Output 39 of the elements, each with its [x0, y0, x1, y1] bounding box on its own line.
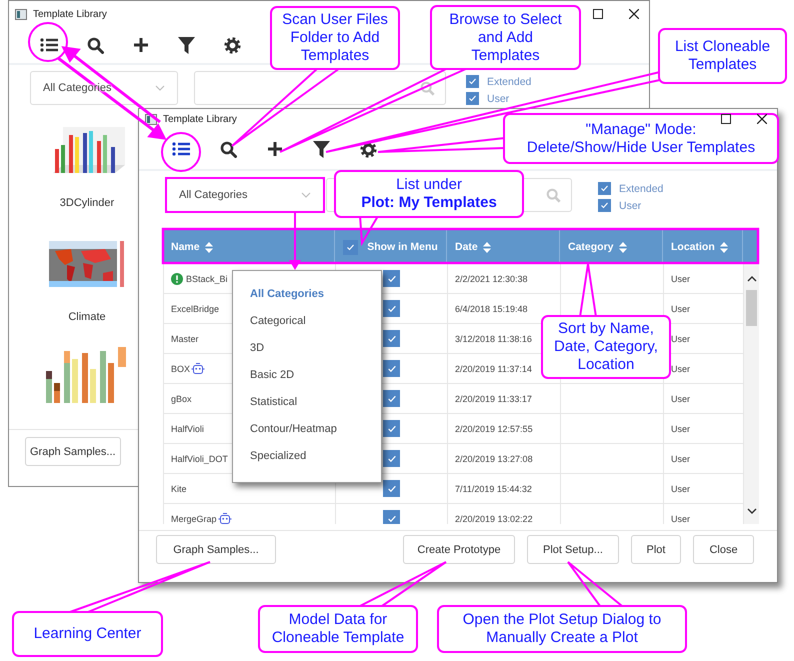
window-title: Template Library: [33, 8, 107, 20]
table-cell: 2/20/2019 13:02:22: [455, 514, 533, 524]
graph-samples-button[interactable]: Graph Samples...: [25, 437, 121, 466]
dialog-button[interactable]: Graph Samples...: [156, 535, 276, 564]
dialog-button[interactable]: Create Prototype: [403, 535, 515, 564]
table-cell: 2/2/2021 12:30:38: [455, 274, 528, 284]
dialog-button[interactable]: Plot Setup...: [527, 535, 619, 564]
table-cell: 2/20/2019 13:27:08: [455, 454, 533, 464]
callout-tooltip: List Cloneable Templates: [658, 28, 787, 84]
callout-tooltip: "Manage" Mode: Delete/Show/Hide User Templates: [503, 113, 779, 164]
table-cell: User: [671, 514, 690, 524]
table-cell: User: [671, 394, 690, 404]
callout-tooltip: Learning Center: [12, 611, 163, 657]
window-title: Template Library: [163, 114, 237, 124]
table-cell: User: [671, 364, 690, 374]
table-cell: 3/12/2018 11:38:16: [455, 334, 532, 344]
table-cell: User: [671, 274, 690, 284]
category-dropdown[interactable]: All Categories: [166, 178, 324, 212]
table-cell: User: [671, 484, 690, 494]
callout-tooltip: Scan User Files Folder to Add Templates: [270, 6, 400, 70]
callout-tooltip: Browse to Select and Add Templates: [430, 5, 581, 70]
callout-tooltip: Open the Plot Setup Dialog to Manually Create a Plot: [437, 605, 687, 653]
callout-tooltip: Model Data for Cloneable Template: [258, 605, 418, 653]
callout-tooltip: Sort by Name, Date, Category, Location: [541, 315, 671, 379]
callout-tooltip: List under Plot: My Templates: [334, 170, 524, 218]
table-cell: User: [671, 334, 690, 344]
table-cell: User: [671, 454, 690, 464]
template-label: Climate: [68, 311, 106, 323]
table-cell: 2/20/2019 11:37:14: [455, 364, 532, 374]
table-cell: 7/11/2019 15:44:32: [455, 484, 532, 494]
table-cell: User: [671, 304, 690, 314]
table-cell: MergeGrap: [164, 504, 336, 524]
dialog-button[interactable]: Plot: [631, 535, 681, 564]
table-cell: User: [671, 424, 690, 434]
dialog-button[interactable]: Close: [693, 535, 754, 564]
table-cell: 2/20/2019 11:33:17: [455, 394, 532, 404]
table-cell: 2/20/2019 12:57:55: [455, 424, 533, 434]
template-label: 3DCylinder: [60, 197, 114, 209]
table-cell: 6/4/2018 15:19:48: [455, 304, 528, 314]
